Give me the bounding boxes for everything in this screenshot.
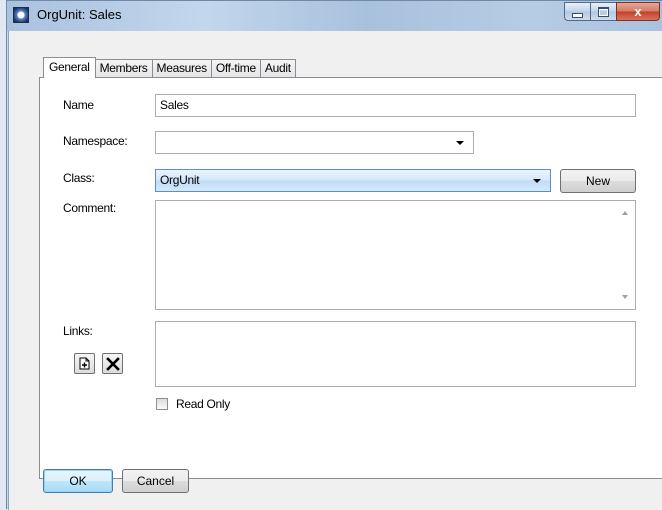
namespace-label: Namespace: bbox=[63, 134, 128, 148]
delete-x-icon bbox=[105, 356, 120, 371]
new-class-button[interactable]: New bbox=[560, 169, 636, 193]
tab-off-time[interactable]: Off-time bbox=[210, 59, 261, 78]
close-icon: x bbox=[634, 4, 642, 19]
class-label: Class: bbox=[63, 171, 95, 185]
class-combo[interactable]: OrgUnit bbox=[155, 169, 551, 192]
dialog-client-area: General Members Measures Off-time Audit … bbox=[8, 31, 662, 510]
add-link-button[interactable] bbox=[74, 353, 95, 374]
tab-audit[interactable]: Audit bbox=[259, 59, 296, 78]
chevron-down-icon bbox=[533, 179, 541, 183]
maximize-icon bbox=[598, 6, 609, 17]
scroll-down-icon[interactable] bbox=[622, 295, 628, 299]
tab-members[interactable]: Members bbox=[94, 59, 153, 78]
comment-scrollbar[interactable] bbox=[617, 202, 634, 308]
links-label: Links: bbox=[63, 324, 93, 338]
comment-label: Comment: bbox=[63, 201, 116, 215]
window-controls: x bbox=[564, 2, 660, 22]
tab-general[interactable]: General bbox=[43, 57, 96, 78]
minimize-button[interactable] bbox=[564, 2, 591, 21]
title-bar[interactable]: OrgUnit: Sales x bbox=[7, 1, 662, 31]
app-icon bbox=[13, 7, 29, 23]
name-value: Sales bbox=[160, 98, 189, 112]
close-button[interactable]: x bbox=[616, 2, 660, 21]
read-only-label[interactable]: Read Only bbox=[176, 397, 230, 411]
class-value: OrgUnit bbox=[160, 173, 200, 187]
ok-button[interactable]: OK bbox=[43, 469, 113, 493]
links-list[interactable] bbox=[155, 321, 636, 387]
window-title: OrgUnit: Sales bbox=[37, 7, 122, 22]
delete-link-button[interactable] bbox=[102, 353, 123, 374]
minimize-icon bbox=[572, 12, 583, 18]
dialog-window: OrgUnit: Sales x General Members Measure… bbox=[6, 0, 662, 510]
read-only-checkbox[interactable] bbox=[156, 398, 168, 410]
namespace-combo[interactable] bbox=[155, 131, 474, 154]
cancel-button[interactable]: Cancel bbox=[122, 469, 189, 493]
scroll-up-icon[interactable] bbox=[622, 211, 628, 215]
add-document-icon bbox=[79, 357, 90, 370]
name-input[interactable]: Sales bbox=[155, 94, 636, 117]
name-label: Name bbox=[63, 98, 94, 112]
maximize-button[interactable] bbox=[590, 2, 617, 21]
comment-textarea[interactable] bbox=[155, 200, 636, 310]
tab-measures[interactable]: Measures bbox=[151, 59, 212, 78]
tab-strip: General Members Measures Off-time Audit bbox=[43, 57, 296, 78]
chevron-down-icon bbox=[456, 141, 464, 145]
general-tab-panel: Name Sales Namespace: Class: OrgUnit New… bbox=[39, 77, 662, 479]
